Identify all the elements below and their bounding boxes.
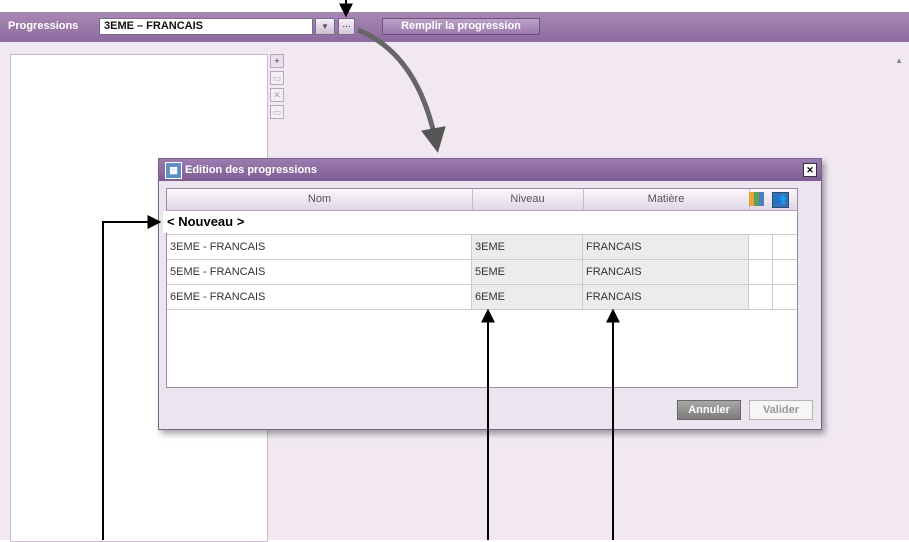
cell-extra[interactable]: [749, 235, 773, 259]
table-row[interactable]: 5EME - FRANCAIS 5EME FRANCAIS: [167, 260, 797, 285]
edition-progressions-dialog: ▦ Edition des progressions ✕ Nom Niveau …: [158, 158, 822, 430]
cell-niveau[interactable]: 3EME: [472, 235, 583, 259]
validate-button[interactable]: Valider: [749, 400, 813, 420]
cell-extra[interactable]: [773, 260, 797, 284]
progressions-table: Nom Niveau Matière 👥 3EME - FRANCAIS 3EM…: [166, 188, 798, 388]
table-header: Nom Niveau Matière 👥: [167, 189, 797, 211]
progression-select-value[interactable]: 3EME – FRANCAIS: [99, 18, 313, 35]
copy-icon[interactable]: ▭: [270, 105, 284, 119]
cell-extra[interactable]: [773, 285, 797, 309]
cell-nom[interactable]: 3EME - FRANCAIS: [167, 235, 472, 259]
chart-icon[interactable]: [749, 192, 764, 206]
dialog-title: Edition des progressions: [185, 164, 318, 176]
progressions-label: Progressions: [8, 20, 79, 32]
cell-extra[interactable]: [749, 260, 773, 284]
table-row[interactable]: 6EME - FRANCAIS 6EME FRANCAIS: [167, 285, 797, 310]
column-niveau[interactable]: Niveau: [472, 189, 584, 210]
cell-matiere[interactable]: FRANCAIS: [583, 260, 749, 284]
new-entry-label[interactable]: < Nouveau >: [163, 211, 249, 233]
edit-progressions-button[interactable]: ...: [338, 18, 355, 35]
cell-niveau[interactable]: 6EME: [472, 285, 583, 309]
new-entry-row[interactable]: [167, 211, 797, 235]
cell-extra[interactable]: [773, 235, 797, 259]
dialog-titlebar: ▦ Edition des progressions ✕: [159, 159, 821, 181]
column-nom[interactable]: Nom: [167, 189, 473, 210]
fill-progression-button[interactable]: Remplir la progression: [382, 18, 540, 35]
edit-icon[interactable]: ▭: [270, 71, 284, 85]
progression-select[interactable]: 3EME – FRANCAIS ▼: [99, 18, 341, 35]
delete-icon[interactable]: ✕: [270, 88, 284, 102]
chevron-down-icon[interactable]: ▼: [315, 18, 335, 35]
cell-niveau[interactable]: 5EME: [472, 260, 583, 284]
scroll-up-icon[interactable]: ▲: [895, 56, 903, 65]
cell-extra[interactable]: [749, 285, 773, 309]
cancel-button[interactable]: Annuler: [677, 400, 741, 420]
column-matiere[interactable]: Matière: [583, 189, 750, 210]
cell-nom[interactable]: 5EME - FRANCAIS: [167, 260, 472, 284]
window-icon: ▦: [165, 162, 182, 179]
table-row[interactable]: 3EME - FRANCAIS 3EME FRANCAIS: [167, 235, 797, 260]
users-icon[interactable]: 👥: [772, 192, 789, 208]
cell-matiere[interactable]: FRANCAIS: [583, 285, 749, 309]
cell-nom[interactable]: 6EME - FRANCAIS: [167, 285, 472, 309]
side-tools: + ▭ ✕ ▭: [270, 54, 284, 122]
cell-matiere[interactable]: FRANCAIS: [583, 235, 749, 259]
add-icon[interactable]: +: [270, 54, 284, 68]
close-icon[interactable]: ✕: [803, 163, 817, 177]
